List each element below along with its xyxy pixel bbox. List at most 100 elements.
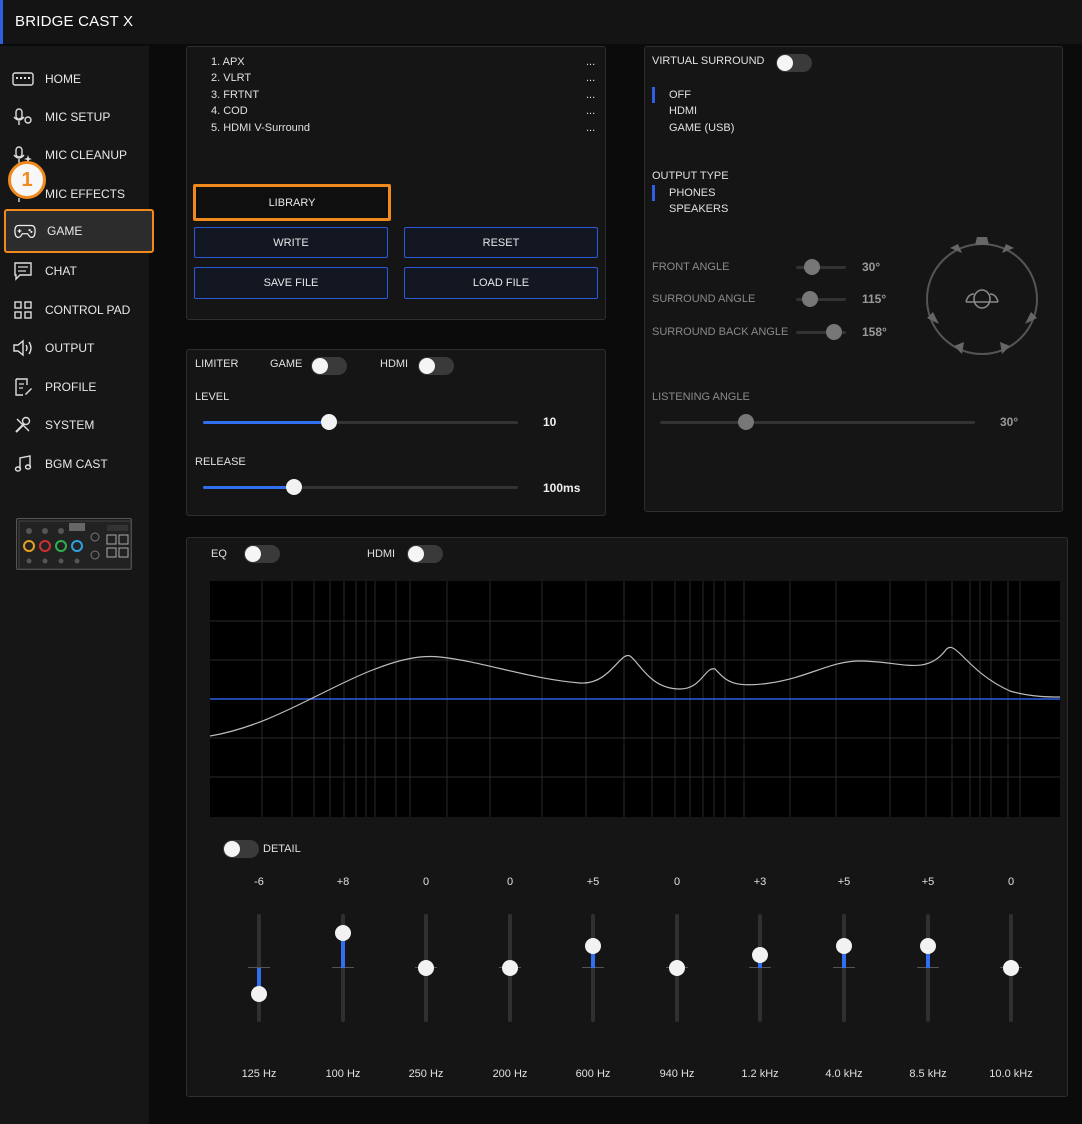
eq-band-knob[interactable] (335, 924, 351, 941)
eq-band-knob[interactable] (502, 960, 518, 976)
eq-band-value: -6 (254, 876, 264, 888)
eq-band: +5 8.5 kHz (898, 876, 958, 1086)
app-title: BRIDGE CAST X (15, 13, 134, 30)
eq-band-knob[interactable] (752, 946, 768, 963)
preset-item[interactable]: 2. VLRT (211, 72, 251, 84)
output-type-phones[interactable]: PHONES (669, 187, 715, 199)
sidebar-item-label: PROFILE (45, 380, 97, 394)
surround-angle-slider[interactable] (796, 291, 846, 307)
eq-band-frequency: 8.5 kHz (909, 1068, 947, 1080)
preset-more-button[interactable]: ... (586, 72, 595, 84)
limiter-game-toggle[interactable] (311, 357, 347, 375)
surround-speaker-diagram (926, 237, 1038, 355)
preset-more-button[interactable]: ... (586, 122, 595, 134)
eq-band-value: 0 (673, 876, 681, 888)
preset-item[interactable]: 5. HDMI V-Surround (211, 122, 310, 134)
front-angle-slider[interactable] (796, 259, 846, 275)
eq-band-frequency: 600 Hz (575, 1068, 611, 1080)
sidebar-item-profile[interactable]: PROFILE (4, 368, 154, 406)
eq-band-value: +8 (336, 876, 350, 888)
eq-band-value: +5 (921, 876, 935, 888)
detail-toggle[interactable] (223, 840, 259, 858)
eq-band-knob[interactable] (836, 938, 852, 954)
write-button[interactable]: WRITE (194, 227, 388, 258)
surround-back-angle-label: SURROUND BACK ANGLE (652, 326, 789, 338)
surround-back-angle-slider-knob[interactable] (826, 324, 842, 340)
surround-mode-hdmi[interactable]: HDMI (669, 105, 697, 117)
sidebar: HOME MIC SETUP MIC CLEANUP MIC EFFECTS G… (0, 46, 154, 1124)
eq-band-value: 0 (506, 876, 514, 888)
front-angle-slider-knob[interactable] (804, 259, 820, 275)
level-slider-knob[interactable] (321, 414, 337, 430)
detail-label: DETAIL (263, 843, 301, 855)
limiter-game-label: GAME (270, 358, 303, 370)
listening-angle-slider-knob[interactable] (738, 414, 754, 430)
callout-1: 1 (8, 161, 46, 199)
eq-band-slider[interactable] (591, 914, 595, 1022)
level-slider[interactable] (203, 414, 518, 430)
listening-angle-value: 30° (1000, 415, 1019, 429)
library-button[interactable]: LIBRARY (193, 184, 391, 221)
save-file-button[interactable]: SAVE FILE (194, 267, 388, 299)
toggle-knob (245, 546, 261, 562)
sidebar-item-mic-setup[interactable]: MIC SETUP (4, 98, 154, 136)
eq-band: 0 10.0 kHz (981, 876, 1041, 1086)
sidebar-item-bgm-cast[interactable]: BGM CAST (4, 445, 154, 483)
surround-back-angle-slider[interactable] (796, 324, 846, 340)
preset-more-button[interactable]: ... (586, 89, 595, 101)
preset-item[interactable]: 3. FRTNT (211, 89, 259, 101)
virtual-surround-toggle[interactable] (776, 54, 812, 72)
sidebar-item-label: MIC CLEANUP (45, 148, 128, 162)
eq-band-value: +5 (586, 876, 600, 888)
sidebar-item-home[interactable]: HOME (4, 60, 154, 98)
eq-band-frequency: 1.2 kHz (741, 1068, 779, 1080)
eq-hdmi-toggle[interactable] (407, 545, 443, 563)
preset-item[interactable]: 4. COD (211, 105, 248, 117)
toggle-knob (777, 55, 793, 71)
eq-band-frequency: 200 Hz (492, 1068, 528, 1080)
eq-toggle[interactable] (244, 545, 280, 563)
surround-mode-game-usb[interactable]: GAME (USB) (669, 122, 734, 134)
device-thumbnail[interactable] (16, 518, 132, 570)
sidebar-item-control-pad[interactable]: CONTROL PAD (4, 291, 154, 329)
release-slider-fill (203, 486, 295, 489)
sidebar-item-output[interactable]: OUTPUT (4, 329, 154, 367)
reset-button[interactable]: RESET (404, 227, 598, 258)
preset-more-button[interactable]: ... (586, 56, 595, 68)
toggle-knob (419, 358, 435, 374)
limiter-hdmi-toggle[interactable] (418, 357, 454, 375)
surround-angle-label: SURROUND ANGLE (652, 293, 756, 305)
eq-band-knob[interactable] (251, 986, 267, 1003)
output-type-speakers[interactable]: SPEAKERS (669, 203, 728, 215)
surround-mode-off[interactable]: OFF (669, 89, 691, 101)
eq-band-slider[interactable] (758, 914, 762, 1022)
speaker-icon (12, 338, 34, 358)
load-file-button[interactable]: LOAD FILE (404, 267, 598, 299)
eq-band-slider[interactable] (842, 914, 846, 1022)
eq-band-knob[interactable] (920, 938, 936, 954)
grid-icon (12, 300, 34, 320)
eq-band-knob[interactable] (585, 938, 601, 954)
eq-band-slider[interactable] (926, 914, 930, 1022)
release-slider[interactable] (203, 479, 518, 495)
release-value: 100ms (543, 481, 581, 495)
sidebar-item-label: BGM CAST (45, 457, 108, 471)
eq-band-frequency: 4.0 kHz (825, 1068, 863, 1080)
surround-angle-slider-knob[interactable] (802, 291, 818, 307)
sidebar-item-chat[interactable]: CHAT (4, 252, 154, 290)
sidebar-item-label: MIC EFFECTS (45, 187, 125, 201)
eq-band-value: 0 (422, 876, 430, 888)
preset-item[interactable]: 1. APX (211, 56, 245, 68)
eq-band-knob[interactable] (669, 960, 685, 976)
eq-band-knob[interactable] (418, 960, 434, 976)
eq-band-frequency: 100 Hz (325, 1068, 361, 1080)
preset-more-button[interactable]: ... (586, 105, 595, 117)
listening-angle-slider[interactable] (660, 414, 975, 430)
toggle-knob (312, 358, 328, 374)
eq-response-graph (210, 581, 1060, 817)
sidebar-item-game[interactable]: GAME (4, 209, 154, 253)
sidebar-item-system[interactable]: SYSTEM (4, 406, 154, 444)
eq-band-knob[interactable] (1003, 960, 1019, 976)
toggle-knob (224, 841, 240, 857)
music-note-icon (12, 454, 34, 474)
